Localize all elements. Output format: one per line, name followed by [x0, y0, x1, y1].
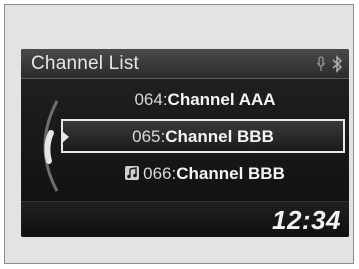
channel-name: Channel BBB — [165, 127, 274, 146]
channel-list: 064:Channel AAA 065:Channel BBB 066:Chan… — [21, 79, 349, 201]
channel-name: Channel BBB — [176, 164, 285, 183]
scroll-arc-indicator — [43, 100, 59, 192]
manual-figure-frame: Channel List 064:Channel AAA 065:Channel… — [4, 4, 354, 264]
list-item-channel-066[interactable]: 066:Channel BBB — [65, 159, 345, 189]
screen-title: Channel List — [31, 53, 140, 74]
channel-number: 066: — [143, 164, 177, 183]
screen-header: Channel List — [21, 49, 349, 79]
screen-footer: 12:34 — [21, 201, 349, 237]
music-note-icon — [125, 166, 140, 180]
channel-number: 064: — [134, 90, 168, 109]
channel-number: 065: — [132, 127, 166, 146]
list-item-channel-065-selected[interactable]: 065:Channel BBB — [61, 119, 345, 153]
audio-display-screen: Channel List 064:Channel AAA 065:Channel… — [21, 49, 349, 237]
bluetooth-icon — [332, 55, 343, 73]
clock-display: 12:34 — [272, 205, 341, 235]
channel-name: Channel AAA — [167, 90, 276, 109]
list-item-channel-064[interactable]: 064:Channel AAA — [65, 85, 345, 115]
